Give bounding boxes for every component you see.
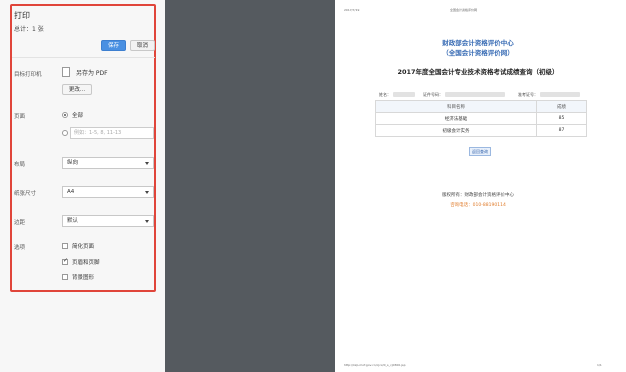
save-button[interactable]: 保存 [101,40,126,51]
pages-label: 页面 [14,114,26,120]
org-name: 财政部会计资格评价中心 [442,39,514,47]
score-table: 科目名称 成绩 经济法基础 85 初级会计实务 87 [375,100,587,137]
margins-label: 边距 [14,220,26,226]
footer-page: 1/1 [597,363,602,367]
pdf-file-icon [62,67,70,77]
col-score: 成绩 [536,100,587,113]
table-row: 经济法基础 85 [375,112,587,125]
option-background-checkbox[interactable] [62,274,68,280]
destination-label: 目标打印机 [14,72,42,78]
option-background-label: 背景图形 [72,275,95,281]
option-headers-label: 页眉和页脚 [72,260,100,266]
pages-range-input[interactable]: 例如：1-5, 8, 11-13 [70,127,154,139]
admission-redacted [540,92,580,97]
subject-cell: 经济法基础 [375,112,537,125]
destination-value: 另存为 PDF [76,70,108,77]
cancel-button[interactable]: 取消 [130,40,155,51]
change-destination-button[interactable]: 更改... [62,84,92,95]
admission-label: 准考证号： [518,92,538,97]
name-redacted [393,92,415,97]
hotline-text: 咨询电话：010-88190114 [450,203,506,208]
name-label: 姓名： [379,92,391,97]
layout-select[interactable]: 纵向 [62,157,154,169]
page-count: 总计：1 张 [14,26,44,33]
margins-value: 默认 [67,218,79,224]
paper-size-value: A4 [67,189,75,195]
chevron-down-icon [145,191,149,194]
score-cell: 85 [536,112,587,125]
score-cell: 87 [536,124,587,137]
paper-size-label: 纸张尺寸 [14,191,37,197]
layout-label: 布局 [14,162,26,168]
pages-all-radio[interactable] [62,112,68,118]
option-simplify-checkbox[interactable] [62,243,68,249]
col-subject: 科目名称 [375,100,537,113]
back-to-query-button: 返回查询 [469,147,491,156]
pages-all-label: 全部 [72,113,84,119]
footer-url: http://kzp.mof.gov.cn/cjcx/0_s_cj0300.js… [344,363,406,367]
org-subtitle: （全国会计资格评价网） [442,49,514,57]
option-simplify-label: 简化页面 [72,244,95,250]
layout-value: 纵向 [67,160,79,166]
table-header-row: 科目名称 成绩 [375,100,587,113]
copyright-text: 版权所有：财政部会计资格评价中心 [442,193,514,198]
chevron-down-icon [145,220,149,223]
id-redacted [445,92,505,97]
option-headers-checkbox[interactable] [62,257,68,265]
table-row: 初级会计实务 87 [375,124,587,137]
panel-title: 打印 [14,11,30,20]
header-title: 全国会计资格评价网 [450,8,478,12]
preview-background [165,0,335,372]
margins-select[interactable]: 默认 [62,215,154,227]
pages-range-radio[interactable] [62,130,68,136]
subject-cell: 初级会计实务 [375,124,537,137]
exam-title: 2017年度全国会计专业技术资格考试成绩查询（初级） [397,68,559,76]
header-date: 2017/7/19 [344,8,360,12]
paper-size-select[interactable]: A4 [62,186,154,198]
divider [12,57,155,58]
chevron-down-icon [145,162,149,165]
print-preview: 2017/7/19 全国会计资格评价网 财政部会计资格评价中心 （全国会计资格评… [335,0,626,372]
print-settings-panel: 打印 总计：1 张 保存 取消 目标打印机 另存为 PDF 更改... 页面 全… [0,0,166,372]
id-label: 证件号码： [423,92,443,97]
preview-page: 2017/7/19 全国会计资格评价网 财政部会计资格评价中心 （全国会计资格评… [335,0,621,372]
options-label: 选项 [14,245,26,251]
